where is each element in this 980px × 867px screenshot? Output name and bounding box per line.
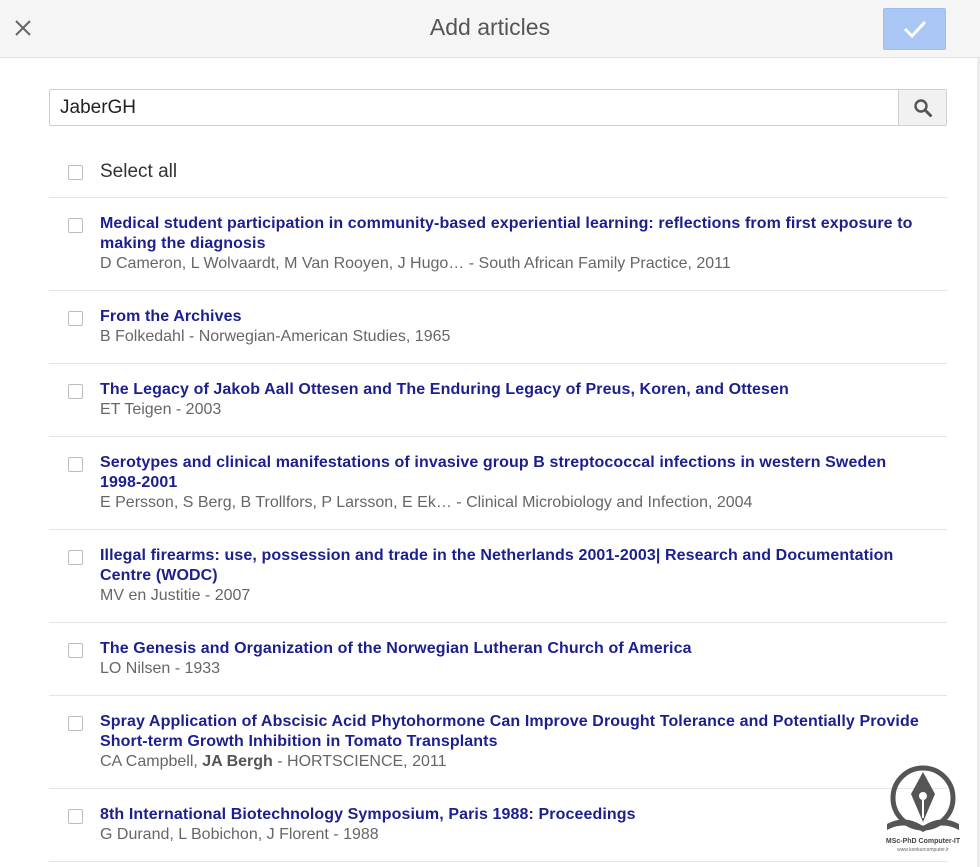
article-item: The Genesis and Organization of the Norw… — [49, 623, 947, 696]
article-title[interactable]: Medical student participation in communi… — [100, 214, 927, 254]
article-meta-source: - HORTSCIENCE, 2011 — [272, 753, 447, 770]
article-meta: CA Campbell, JA Bergh - HORTSCIENCE, 201… — [100, 752, 927, 772]
search-icon — [913, 98, 932, 117]
article-item: Spray Application of Abscisic Acid Phyto… — [49, 696, 947, 789]
article-title[interactable]: The Genesis and Organization of the Norw… — [100, 639, 927, 659]
article-item: Illegal firearms: use, possession and tr… — [49, 530, 947, 623]
article-meta: ET Teigen - 2003 — [100, 401, 222, 418]
article-item: 8th International Biotechnology Symposiu… — [49, 789, 947, 862]
dialog-header: Add articles — [0, 0, 980, 58]
select-all-row[interactable]: Select all — [49, 146, 947, 198]
article-title[interactable]: Serotypes and clinical manifestations of… — [100, 453, 927, 493]
article-item: The Legacy of Jakob Aall Ottesen and The… — [49, 364, 947, 437]
article-meta-highlight: JA Bergh — [202, 753, 273, 770]
article-checkbox[interactable] — [68, 311, 83, 326]
article-item: Medical student participation in communi… — [49, 198, 947, 291]
article-checkbox[interactable] — [68, 218, 83, 233]
article-item: Serotypes and clinical manifestations of… — [49, 437, 947, 530]
search-box — [49, 89, 947, 126]
article-checkbox[interactable] — [68, 643, 83, 658]
search-input[interactable] — [50, 90, 899, 125]
watermark-line1: MSc-PhD Computer-IT — [885, 838, 961, 845]
article-title[interactable]: The Legacy of Jakob Aall Ottesen and The… — [100, 380, 927, 400]
article-meta-authors: CA Campbell, — [100, 753, 203, 770]
article-meta: MV en Justitie - 2007 — [100, 587, 251, 604]
watermark-logo: MSc-PhD Computer-IT www.konkurcomputer.i… — [881, 764, 965, 854]
article-checkbox[interactable] — [68, 550, 83, 565]
article-title[interactable]: 8th International Biotechnology Symposiu… — [100, 805, 927, 825]
confirm-button[interactable] — [883, 8, 946, 50]
article-checkbox[interactable] — [68, 716, 83, 731]
article-meta: D Cameron, L Wolvaardt, M Van Rooyen, J … — [100, 255, 731, 272]
select-all-checkbox[interactable] — [68, 165, 83, 180]
article-title[interactable]: From the Archives — [100, 307, 927, 327]
pen-nib-logo-icon — [887, 765, 959, 832]
article-checkbox[interactable] — [68, 809, 83, 824]
article-meta: LO Nilsen - 1933 — [100, 660, 221, 677]
watermark-line2: www.konkurcomputer.ir — [897, 847, 949, 853]
article-checkbox[interactable] — [68, 384, 83, 399]
select-all-label: Select all — [100, 161, 178, 182]
article-title[interactable]: Spray Application of Abscisic Acid Phyto… — [100, 712, 927, 752]
article-item: From the Archives B Folkedahl - Norwegia… — [49, 291, 947, 364]
checkmark-icon — [903, 20, 926, 39]
article-checkbox[interactable] — [68, 457, 83, 472]
article-list: Select all Medical student participation… — [49, 146, 947, 862]
dialog-title: Add articles — [429, 14, 551, 40]
search-button[interactable] — [898, 90, 946, 125]
article-title[interactable]: Illegal firearms: use, possession and tr… — [100, 546, 927, 586]
article-meta: E Persson, S Berg, B Trollfors, P Larsso… — [100, 494, 753, 511]
article-meta: B Folkedahl - Norwegian-American Studies… — [100, 328, 451, 345]
article-meta: G Durand, L Bobichon, J Florent - 1988 — [100, 826, 379, 843]
